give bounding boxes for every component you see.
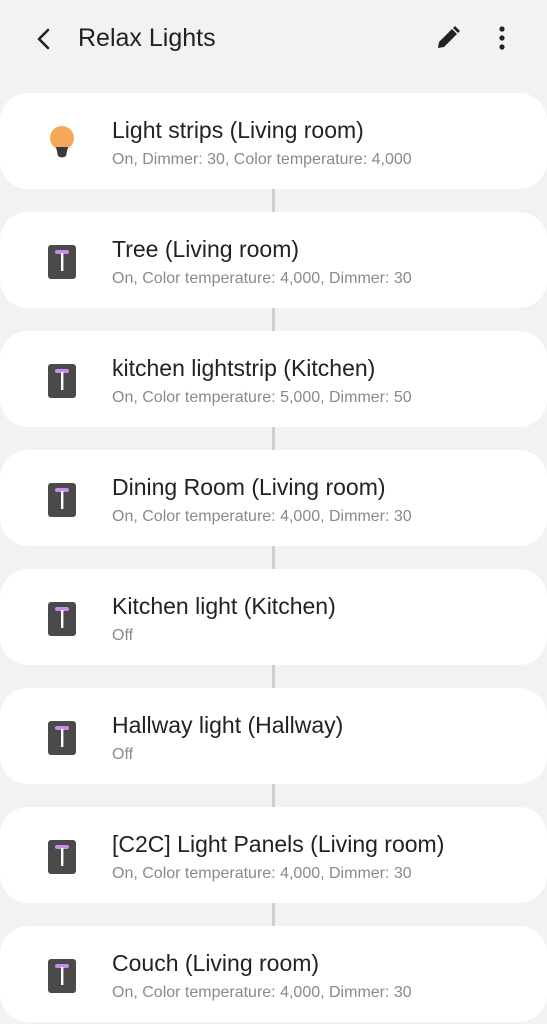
device-status: On, Color temperature: 5,000, Dimmer: 50 [112,389,412,406]
device-card[interactable]: [C2C] Light Panels (Living room) On, Colo… [0,807,547,903]
device-status: On, Color temperature: 4,000, Dimmer: 30 [112,508,412,525]
device-card[interactable]: kitchen lightstrip (Kitchen) On, Color te… [0,331,547,427]
card-connector [272,189,275,212]
card-connector [272,427,275,450]
pencil-icon [438,26,460,48]
device-name: Couch (Living room) [112,950,320,976]
device-card[interactable]: Kitchen light (Kitchen) Off [0,569,547,665]
light-fixture-icon [44,599,80,639]
device-status: On, Color temperature: 4,000, Dimmer: 30 [112,270,412,287]
page-title: Relax Lights [78,24,216,52]
device-card[interactable]: Dining Room (Living room) On, Color tempe… [0,450,547,546]
card-connector [272,546,275,569]
device-status: On, Color temperature: 4,000, Dimmer: 30 [112,865,412,882]
device-status: On, Dimmer: 30, Color temperature: 4,000 [112,151,412,168]
light-fixture-icon [44,837,80,877]
device-name: Tree (Living room) [112,236,300,262]
card-connector [272,308,275,331]
more-vertical-icon [499,26,505,50]
device-status: On, Color temperature: 4,000, Dimmer: 30 [112,984,412,1001]
device-card[interactable]: Light strips (Living room) On, Dimmer: 30… [0,93,547,189]
device-card[interactable]: Hallway light (Hallway) Off [0,688,547,784]
light-fixture-icon [44,242,80,282]
card-connector [272,903,275,926]
device-status: Off [112,746,134,763]
back-button[interactable] [26,21,62,57]
device-name: Dining Room (Living room) [112,474,386,500]
device-name: kitchen lightstrip (Kitchen) [112,355,376,381]
device-name: Hallway light (Hallway) [112,712,344,738]
card-connector [272,784,275,807]
device-name: Light strips (Living room) [112,117,364,143]
light-fixture-icon [44,956,80,996]
device-card[interactable]: Couch (Living room) On, Color temperature… [0,926,547,1022]
app-header: Relax Lights [0,0,547,78]
edit-button[interactable] [430,20,466,56]
device-name: Kitchen light (Kitchen) [112,593,336,619]
device-name: [C2C] Light Panels (Living room) [112,831,445,857]
device-card[interactable]: Tree (Living room) On, Color temperature:… [0,212,547,308]
device-status: Off [112,627,134,644]
bulb-icon [44,123,80,163]
light-fixture-icon [44,361,80,401]
card-connector [272,665,275,688]
more-options-button[interactable] [486,20,518,56]
back-arrow-icon [37,28,50,50]
light-fixture-icon [44,480,80,520]
light-fixture-icon [44,718,80,758]
